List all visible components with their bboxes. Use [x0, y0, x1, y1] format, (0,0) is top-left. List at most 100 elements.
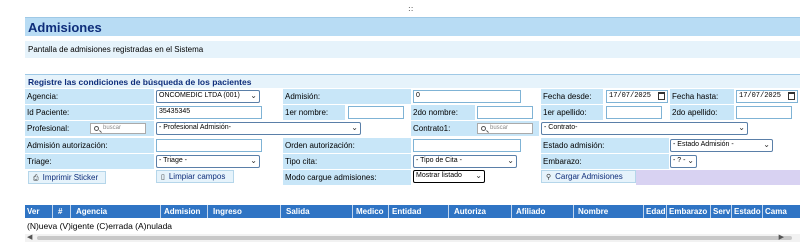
- primer-apellido-input[interactable]: [606, 106, 662, 119]
- button-row-filler: [636, 170, 800, 185]
- agencia-select[interactable]: ONCOMEDIC LTDA (001) ⌄: [156, 90, 260, 103]
- chevron-down-icon: ⌄: [507, 156, 514, 165]
- search-section-title: Registre las condiciones de búsqueda de …: [28, 77, 252, 87]
- orden-autorizacion-label: Orden autorización:: [285, 141, 355, 150]
- contrato-search-input[interactable]: buscar: [477, 123, 533, 134]
- column-header-entidad[interactable]: Entidad: [392, 207, 421, 216]
- profesional-select-value: - Profesional Admisión-: [159, 124, 231, 131]
- page-title: Admisiones: [28, 20, 102, 35]
- column-separator: [731, 205, 732, 218]
- column-header-edad[interactable]: Edad: [646, 207, 666, 216]
- page-subtitle: Pantalla de admisiones registradas en el…: [28, 45, 204, 54]
- scroll-left-icon[interactable]: ◀: [27, 233, 32, 241]
- calendar-icon[interactable]: [788, 92, 795, 100]
- column-separator: [666, 205, 667, 218]
- tipo-cita-label: Tipo cita:: [285, 157, 318, 166]
- contrato-search-placeholder: buscar: [490, 125, 509, 131]
- column-header-serv[interactable]: Serv: [713, 207, 730, 216]
- admision-input[interactable]: 0: [413, 90, 521, 103]
- clear-fields-button[interactable]: ▯ Limpiar campos: [156, 170, 234, 183]
- profesional-search-placeholder: buscar: [103, 125, 122, 131]
- tipo-cita-select[interactable]: - Tipo de Cita - ⌄: [413, 155, 517, 168]
- column-header-estado[interactable]: Estado: [734, 207, 761, 216]
- title-bar: Admisiones: [25, 17, 800, 36]
- modo-cargue-label: Modo cargue admisiones:: [285, 173, 377, 182]
- profesional-select[interactable]: - Profesional Admisión- ⌄: [156, 122, 361, 135]
- column-separator: [352, 205, 353, 218]
- chevron-down-icon: ⌄: [738, 123, 745, 132]
- profesional-label: Profesional:: [27, 124, 70, 133]
- segundo-nombre-input[interactable]: [477, 106, 533, 119]
- column-header-ingreso[interactable]: Ingreso: [213, 207, 242, 216]
- column-separator: [160, 205, 161, 218]
- printer-icon: ⎙: [33, 175, 39, 182]
- column-header-autoriza[interactable]: Autoriza: [454, 207, 486, 216]
- primer-apellido-label: 1er apellido:: [543, 108, 587, 117]
- id-paciente-input[interactable]: 35435345: [156, 106, 262, 119]
- column-separator: [388, 205, 389, 218]
- column-header-number[interactable]: #: [58, 207, 62, 216]
- modo-cargue-select-value: Mostrar listado: [416, 172, 462, 179]
- search-section-header: Registre las condiciones de búsqueda de …: [25, 74, 800, 88]
- calendar-icon[interactable]: [658, 92, 665, 100]
- horizontal-scrollbar[interactable]: ◀ ▶: [25, 234, 800, 242]
- column-separator: [511, 205, 512, 218]
- primer-nombre-input[interactable]: [348, 106, 404, 119]
- column-header-afiliado[interactable]: Afiliado: [516, 207, 545, 216]
- segundo-nombre-label: 2do nombre:: [413, 108, 458, 117]
- fecha-hasta-value: 17/07/2025: [739, 92, 782, 100]
- scrollbar-thumb[interactable]: [37, 236, 792, 240]
- chevron-down-icon: ⌄: [250, 156, 257, 165]
- primer-nombre-label: 1er nombre:: [285, 108, 329, 117]
- fecha-desde-value: 17/07/2025: [609, 92, 652, 100]
- column-separator: [52, 205, 53, 218]
- column-header-cama[interactable]: Cama: [765, 207, 787, 216]
- triage-select[interactable]: - Triage - ⌄: [156, 155, 260, 168]
- column-header-nombre[interactable]: Nombre: [578, 207, 608, 216]
- admision-label: Admisión:: [285, 92, 321, 101]
- fecha-hasta-input[interactable]: 17/07/2025: [736, 90, 798, 103]
- column-header-salida[interactable]: Salida: [286, 207, 310, 216]
- orden-autorizacion-input[interactable]: [413, 139, 521, 152]
- column-header-ver[interactable]: Ver: [27, 207, 39, 216]
- scroll-right-icon[interactable]: ▶: [779, 233, 784, 241]
- column-header-embarazo[interactable]: Embarazo: [669, 207, 707, 216]
- chevron-down-icon: ⌄: [763, 140, 770, 149]
- admision-autorizacion-label: Admisión autorización:: [27, 141, 108, 150]
- load-admissions-label: Cargar Admisiones: [555, 172, 623, 181]
- column-header-agencia[interactable]: Agencia: [76, 207, 107, 216]
- contrato-select[interactable]: - Contrato- ⌄: [541, 122, 748, 135]
- profesional-search-input[interactable]: buscar: [90, 123, 146, 134]
- drag-handle[interactable]: ::: [408, 4, 413, 13]
- tipo-cita-select-value: - Tipo de Cita -: [416, 157, 462, 164]
- embarazo-label: Embarazo:: [543, 157, 582, 166]
- segundo-apellido-input[interactable]: [736, 106, 792, 119]
- admissions-grid-header: Ver # Agencia Admision Ingreso Salida Me…: [25, 205, 800, 218]
- fecha-desde-input[interactable]: 17/07/2025: [606, 90, 668, 103]
- estado-admision-select-value: - Estado Admisión -: [673, 141, 734, 148]
- admision-autorizacion-input[interactable]: [156, 139, 262, 152]
- chevron-down-icon: ⌄: [250, 91, 257, 100]
- column-header-admision[interactable]: Admision: [164, 207, 200, 216]
- print-sticker-button[interactable]: ⎙ Imprimir Sticker: [28, 171, 106, 184]
- estado-admision-label: Estado admisión:: [543, 141, 605, 150]
- estado-admision-select[interactable]: - Estado Admisión - ⌄: [670, 139, 773, 152]
- load-admissions-button[interactable]: ⚲ Cargar Admisiones: [541, 170, 636, 183]
- agencia-select-value: ONCOMEDIC LTDA (001): [159, 92, 240, 99]
- embarazo-select[interactable]: - ? - ⌄: [670, 155, 697, 168]
- modo-cargue-select[interactable]: Mostrar listado ⌄: [413, 170, 485, 183]
- column-separator: [643, 205, 644, 218]
- subtitle-bar: Pantalla de admisiones registradas en el…: [25, 41, 800, 58]
- column-header-medico[interactable]: Medico: [356, 207, 384, 216]
- search-icon: ⚲: [546, 174, 552, 181]
- eraser-icon: ▯: [161, 174, 165, 181]
- embarazo-select-value: - ? -: [673, 157, 686, 164]
- search-icon: [481, 126, 486, 131]
- column-separator: [280, 205, 281, 218]
- fecha-hasta-label: Fecha hasta:: [672, 92, 719, 101]
- status-legend: (N)ueva (V)igente (C)errada (A)nulada: [27, 221, 173, 231]
- column-separator: [207, 205, 208, 218]
- column-separator: [762, 205, 763, 218]
- chevron-down-icon: ⌄: [687, 156, 694, 165]
- chevron-down-icon: ⌄: [351, 123, 358, 132]
